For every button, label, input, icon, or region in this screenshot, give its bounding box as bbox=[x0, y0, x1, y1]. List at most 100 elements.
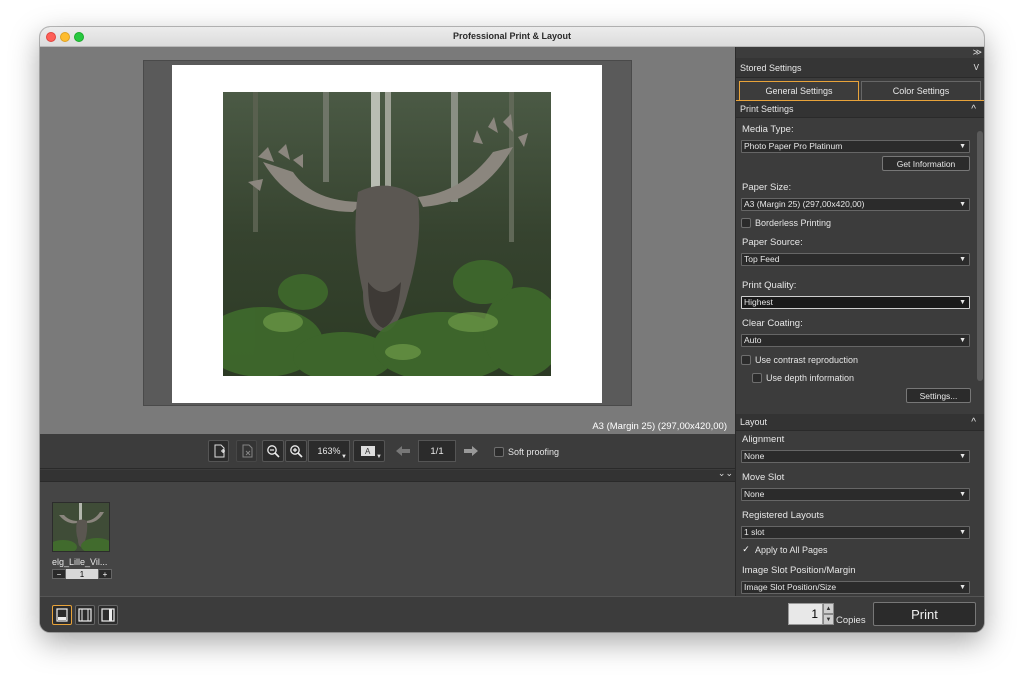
image-slot-select[interactable]: Image Slot Position/Size bbox=[741, 581, 970, 594]
side-panel-view-icon bbox=[101, 608, 115, 622]
print-settings-header[interactable]: Print Settings ^ bbox=[736, 101, 984, 118]
moose-image-icon bbox=[223, 92, 551, 376]
paper-source-select[interactable]: Top Feed bbox=[741, 253, 970, 266]
print-button[interactable]: Print bbox=[873, 602, 976, 626]
apply-all-pages-label: Apply to All Pages bbox=[755, 545, 828, 555]
thumbnail-quantity-stepper[interactable]: − 1 + bbox=[52, 569, 112, 579]
print-quality-select[interactable]: Highest bbox=[741, 296, 970, 309]
delete-page-button[interactable] bbox=[236, 440, 257, 462]
zoom-in-icon bbox=[290, 445, 303, 458]
single-view-button[interactable] bbox=[52, 605, 72, 625]
chevron-down-icon: ▼ bbox=[341, 454, 347, 460]
alignment-select[interactable]: None bbox=[741, 450, 970, 463]
chevron-down-icon[interactable]: ▼ bbox=[823, 614, 834, 625]
paper-size-select[interactable]: A3 (Margin 25) (297,00x420,00) bbox=[741, 198, 970, 211]
borderless-printing-checkbox[interactable]: Borderless Printing bbox=[741, 218, 831, 228]
thumbnail-image-icon bbox=[53, 503, 109, 551]
print-preview-area: A3 (Margin 25) (297,00x420,00) bbox=[40, 47, 735, 434]
zoom-out-button[interactable] bbox=[262, 440, 284, 462]
checkbox-box[interactable] bbox=[741, 218, 751, 228]
tab-color-settings[interactable]: Color Settings bbox=[861, 81, 981, 100]
zoom-in-button[interactable] bbox=[285, 440, 307, 462]
soft-proofing-label: Soft proofing bbox=[508, 447, 560, 457]
copies-stepper[interactable]: ▲ ▼ bbox=[823, 603, 834, 625]
title-bar: Professional Print & Layout bbox=[40, 27, 984, 47]
borderless-printing-label: Borderless Printing bbox=[755, 218, 832, 228]
add-page-icon bbox=[214, 444, 225, 458]
app-window: Professional Print & Layout A3 (Margin 2… bbox=[40, 27, 984, 632]
window-title: Professional Print & Layout bbox=[452, 31, 572, 41]
image-slot-label: Image Slot Position/Margin bbox=[742, 565, 856, 576]
paper-frame bbox=[143, 60, 632, 406]
thumbnail-strip-divider: ⌄⌄ bbox=[40, 468, 735, 482]
next-page-button[interactable] bbox=[458, 440, 484, 462]
apply-all-pages-checkbox[interactable]: ✓ Apply to All Pages bbox=[741, 545, 828, 556]
media-type-select[interactable]: Photo Paper Pro Platinum bbox=[741, 140, 970, 153]
paper-source-label: Paper Source: bbox=[742, 237, 803, 248]
add-page-button[interactable] bbox=[208, 440, 229, 462]
get-information-button[interactable]: Get Information bbox=[882, 156, 970, 171]
arrow-left-icon bbox=[396, 446, 410, 456]
thumbnail-filename: elg_Lille_Vil... bbox=[52, 557, 108, 567]
zoom-level-select[interactable]: 163% ▼ bbox=[308, 440, 350, 462]
decrement-button[interactable]: − bbox=[52, 569, 66, 579]
tab-general-settings[interactable]: General Settings bbox=[739, 81, 859, 100]
copies-input[interactable]: 1 bbox=[788, 603, 823, 625]
copies-label: Copies bbox=[836, 615, 866, 626]
thumbnail-area: elg_Lille_Vil... − 1 + bbox=[40, 482, 735, 597]
thumbnail-quantity-value[interactable]: 1 bbox=[66, 569, 98, 579]
checkmark-icon[interactable]: ✓ bbox=[741, 545, 751, 555]
stored-settings-header[interactable]: Stored Settings V bbox=[736, 58, 984, 78]
double-chevron-down-icon[interactable]: ⌄⌄ bbox=[718, 468, 733, 479]
media-type-label: Media Type: bbox=[742, 124, 794, 135]
registered-layouts-label: Registered Layouts bbox=[742, 510, 824, 521]
chevron-down-icon: V bbox=[973, 63, 979, 72]
delete-page-icon bbox=[242, 444, 252, 458]
clear-coating-label: Clear Coating: bbox=[742, 318, 803, 329]
settings-tabs: General Settings Color Settings bbox=[736, 78, 984, 101]
single-page-view-icon bbox=[56, 608, 68, 622]
paper-size-label: Paper Size: bbox=[742, 182, 792, 193]
chevron-up-icon: ^ bbox=[971, 103, 976, 115]
layout-title: Layout bbox=[740, 417, 768, 427]
thumbnail-item[interactable] bbox=[52, 502, 110, 552]
previous-page-button[interactable] bbox=[390, 440, 416, 462]
contrast-reproduction-checkbox[interactable]: Use contrast reproduction bbox=[741, 355, 858, 365]
chevron-down-icon: ▼ bbox=[376, 454, 382, 460]
zoom-level-value: 163% bbox=[317, 446, 341, 456]
arrow-right-icon bbox=[464, 446, 478, 456]
alignment-label: Alignment bbox=[742, 434, 785, 445]
contrast-reproduction-label: Use contrast reproduction bbox=[755, 355, 859, 365]
depth-information-checkbox[interactable]: Use depth information bbox=[752, 373, 854, 383]
settings-button[interactable]: Settings... bbox=[906, 388, 971, 403]
panel-scrollbar[interactable] bbox=[977, 131, 983, 381]
bottom-bar: 1 ▲ ▼ Copies Print bbox=[40, 596, 984, 632]
checkbox-box[interactable] bbox=[752, 373, 762, 383]
depth-information-label: Use depth information bbox=[766, 373, 855, 383]
zoom-out-icon bbox=[267, 445, 280, 458]
expand-panel-icon[interactable]: ≫ bbox=[736, 47, 984, 58]
thumbnail-view-button[interactable] bbox=[75, 605, 95, 625]
clear-coating-select[interactable]: Auto bbox=[741, 334, 970, 347]
registered-layouts-select[interactable]: 1 slot bbox=[741, 526, 970, 539]
increment-button[interactable]: + bbox=[98, 569, 112, 579]
move-slot-select[interactable]: None bbox=[741, 488, 970, 501]
chevron-up-icon: ^ bbox=[971, 416, 976, 428]
side-view-button[interactable] bbox=[98, 605, 118, 625]
rotate-orientation-button[interactable]: A ▼ bbox=[353, 440, 385, 462]
paper-size-readout: A3 (Margin 25) (297,00x420,00) bbox=[592, 421, 727, 432]
stored-settings-label: Stored Settings bbox=[740, 62, 802, 73]
preview-toolbar: 163% ▼ A ▼ 1/1 Soft proofing bbox=[40, 434, 735, 469]
soft-proofing-checkbox[interactable]: Soft proofing bbox=[494, 447, 559, 457]
checkbox-box[interactable] bbox=[741, 355, 751, 365]
checkbox-box[interactable] bbox=[494, 447, 504, 457]
settings-panel: ≫ Stored Settings V General Settings Col… bbox=[735, 47, 984, 596]
layout-header[interactable]: Layout ^ bbox=[736, 414, 984, 431]
page-number-field[interactable]: 1/1 bbox=[418, 440, 456, 462]
paper-sheet bbox=[172, 65, 602, 403]
print-settings-title: Print Settings bbox=[740, 104, 794, 114]
layout-section: Alignment None Move Slot None Registered… bbox=[736, 431, 984, 596]
chevron-up-icon[interactable]: ▲ bbox=[823, 603, 834, 614]
svg-text:A: A bbox=[365, 447, 371, 456]
moose-photo[interactable] bbox=[223, 92, 551, 376]
